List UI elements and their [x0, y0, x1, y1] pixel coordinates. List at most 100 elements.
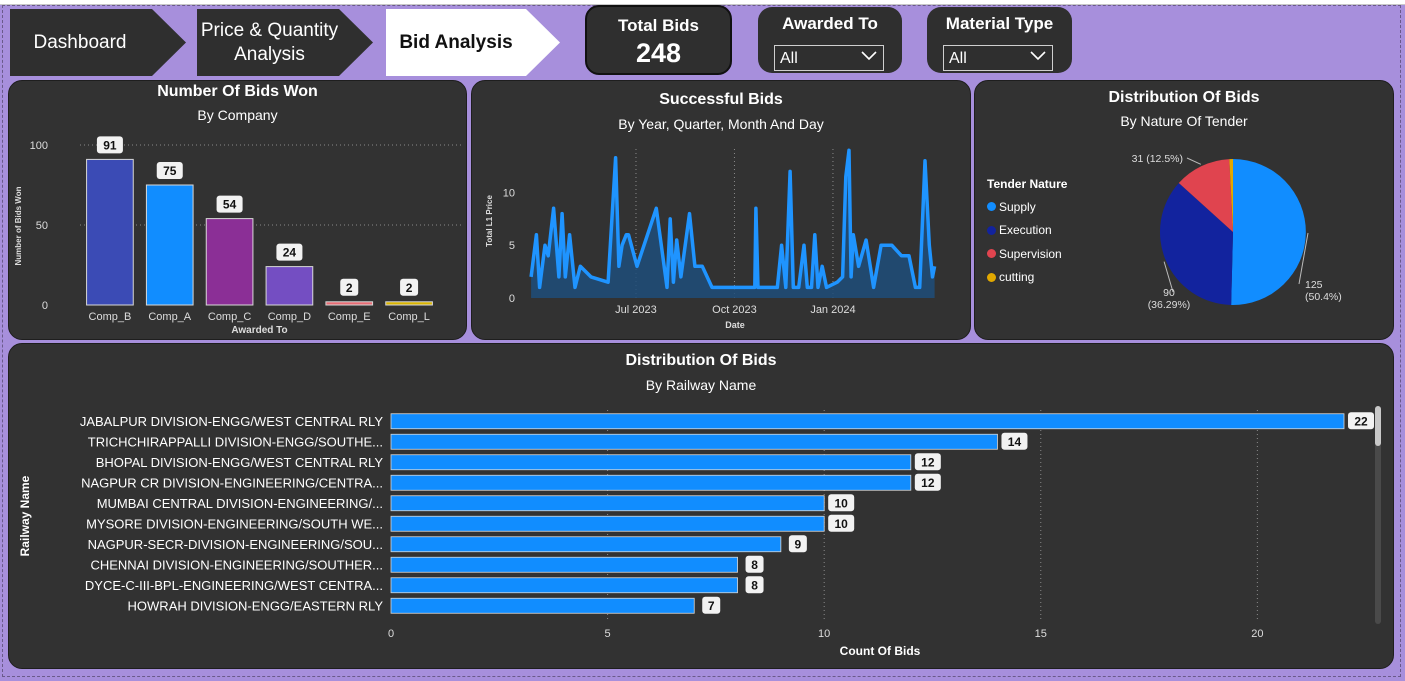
bar-value-label: 2 [346, 281, 353, 295]
y-tick-label: 100 [30, 140, 48, 152]
x-tick-label: 15 [1035, 628, 1047, 640]
x-tick-label: 5 [605, 628, 611, 640]
y-tick-label: 5 [509, 240, 515, 252]
railway-bar [390, 433, 998, 450]
pie-slice-supply [1231, 159, 1306, 305]
bid-analysis-tab[interactable]: Bid Analysis [386, 9, 526, 76]
price-quantity-tab-label-line1: Price & Quantity [200, 19, 339, 41]
x-axis-title: Count Of Bids [840, 644, 921, 658]
x-axis-title: Awarded To [231, 325, 287, 336]
railway-bar-value-label: 10 [835, 496, 849, 510]
total-bids-label: Total Bids [618, 16, 699, 35]
x-tick-label: Comp_B [89, 311, 132, 323]
railway-bar [390, 454, 912, 471]
slice-label: (50.4%) [1305, 291, 1342, 303]
successful-bids-chart: 0 5 10 Jul 2023 Oct 2023 Jan 2024 Total L1 Pri… [485, 148, 937, 330]
awarded-to-label: Awarded To [782, 14, 878, 33]
total-bids-card: Total Bids 248 [585, 5, 732, 75]
railway-distribution-chart: 0 5 10 15 20 JABALPUR DIVISION-ENGG/WEST CENT… [18, 410, 1375, 658]
awarded-to-slicer: Awarded To All [758, 7, 902, 73]
railway-bar [390, 515, 825, 532]
y-tick-label: 10 [503, 187, 515, 199]
railway-bar [390, 474, 912, 491]
bar-value-label: 75 [163, 164, 177, 178]
y-axis-title: Number of Bids Won [14, 186, 23, 265]
material-type-value: All [949, 50, 967, 67]
awarded-to-dropdown[interactable]: All [774, 45, 884, 71]
railway-bar [390, 413, 1345, 430]
railway-bar [390, 597, 695, 614]
material-type-label: Material Type [945, 14, 1054, 33]
railway-name-label: CHENNAI DIVISION-ENGINEERING/SOUTHER... [90, 557, 383, 572]
tender-nature-panel: Distribution Of Bids By Nature Of Tender… [974, 80, 1394, 340]
y-axis-title: Total L1 Price [485, 195, 494, 247]
price-quantity-analysis-tab[interactable]: Price & Quantity Analysis [197, 9, 342, 76]
bar-comp_c [205, 218, 254, 306]
dashboard-tab-label: Dashboard [33, 31, 127, 53]
bids-won-chart: 0 50 100 Number of Bids Won 91 Comp_B 75 Comp_A… [14, 136, 464, 336]
x-tick-label: 20 [1251, 628, 1263, 640]
railway-name-label: MUMBAI CENTRAL DIVISION-ENGINEERING/... [97, 496, 383, 511]
railway-name-label: HOWRAH DIVISION-ENGG/EASTERN RLY [128, 598, 384, 613]
y-tick-label: 0 [509, 293, 515, 305]
railway-name-label: MYSORE DIVISION-ENGINEERING/SOUTH WE... [86, 516, 383, 531]
railway-bar-value-label: 10 [835, 517, 849, 531]
railway-name-label: NAGPUR-SECR-DIVISION-ENGINEERING/SOU... [88, 537, 383, 552]
material-type-dropdown[interactable]: All [943, 45, 1053, 71]
bar-comp_a [145, 184, 194, 306]
railway-name-label: BHOPAL DIVISION-ENGG/WEST CENTRAL RLY [96, 455, 384, 470]
chevron-down-icon [861, 51, 877, 61]
x-tick-label: Jan 2024 [810, 304, 855, 316]
y-axis-title: Railway Name [18, 475, 32, 556]
x-axis-title: Date [725, 320, 745, 330]
x-tick-label: Comp_D [268, 311, 311, 323]
railway-bar [390, 536, 782, 553]
dashboard-tab[interactable]: Dashboard [10, 9, 150, 76]
bar-comp_e [325, 301, 374, 306]
bid-analysis-tab-label: Bid Analysis [399, 31, 513, 53]
x-tick-label: 0 [388, 628, 394, 640]
railway-name-label: NAGPUR CR DIVISION-ENGINEERING/CENTRA... [81, 475, 383, 490]
awarded-to-value: All [780, 50, 798, 67]
scrollbar-thumb[interactable] [1375, 406, 1381, 446]
y-tick-label: 0 [42, 300, 48, 312]
leader-line [1186, 157, 1202, 165]
x-tick-label: Comp_E [328, 311, 371, 323]
railway-name-label: TRICHCHIRAPPALLI DIVISION-ENGG/SOUTHE... [88, 434, 383, 449]
price-quantity-tab-label-line2: Analysis [234, 43, 305, 65]
railway-bar-value-label: 12 [921, 476, 935, 490]
successful-bids-panel: Successful Bids By Year, Quarter, Month … [471, 80, 971, 340]
x-tick-label: Comp_C [208, 311, 251, 323]
railway-name-label: DYCE-C-III-BPL-ENGINEERING/WEST CENTRA..… [85, 578, 383, 593]
slice-label: 31 (12.5%) [1132, 153, 1183, 165]
x-tick-label: Oct 2023 [712, 304, 757, 316]
chevron-down-icon [1030, 51, 1046, 61]
railway-bar-value-label: 7 [708, 599, 715, 613]
railway-bar [390, 495, 825, 512]
railway-name-label: JABALPUR DIVISION-ENGG/WEST CENTRAL RLY [80, 414, 383, 429]
railway-bar-value-label: 8 [751, 578, 758, 592]
railway-distribution-panel: Distribution Of Bids By Railway Name 051… [8, 343, 1394, 669]
railway-bar [390, 556, 738, 573]
railway-bar-value-label: 8 [751, 558, 758, 572]
bids-won-panel: Number Of Bids Won By Company 0 50 100 Numb… [8, 80, 467, 340]
railway-bar-value-label: 22 [1354, 414, 1368, 428]
bar-comp_d [265, 266, 314, 306]
x-tick-label: 10 [818, 628, 830, 640]
slice-label: 125 [1305, 279, 1323, 291]
x-tick-label: Comp_A [148, 311, 191, 323]
bar-comp_l [385, 301, 433, 306]
y-tick-label: 50 [36, 220, 48, 232]
bar-value-label: 91 [103, 138, 117, 152]
bar-comp_b [86, 158, 134, 306]
material-type-slicer: Material Type All [927, 7, 1072, 73]
vertical-scrollbar[interactable] [1375, 406, 1381, 624]
total-bids-value: 248 [635, 38, 682, 68]
series-line [529, 148, 937, 290]
railway-bar-value-label: 12 [921, 455, 935, 469]
railway-bar [390, 577, 738, 594]
bar-value-label: 54 [223, 198, 237, 212]
railway-bar-value-label: 9 [795, 537, 802, 551]
bar-value-label: 24 [283, 246, 297, 260]
slice-label: 90 [1163, 287, 1175, 299]
